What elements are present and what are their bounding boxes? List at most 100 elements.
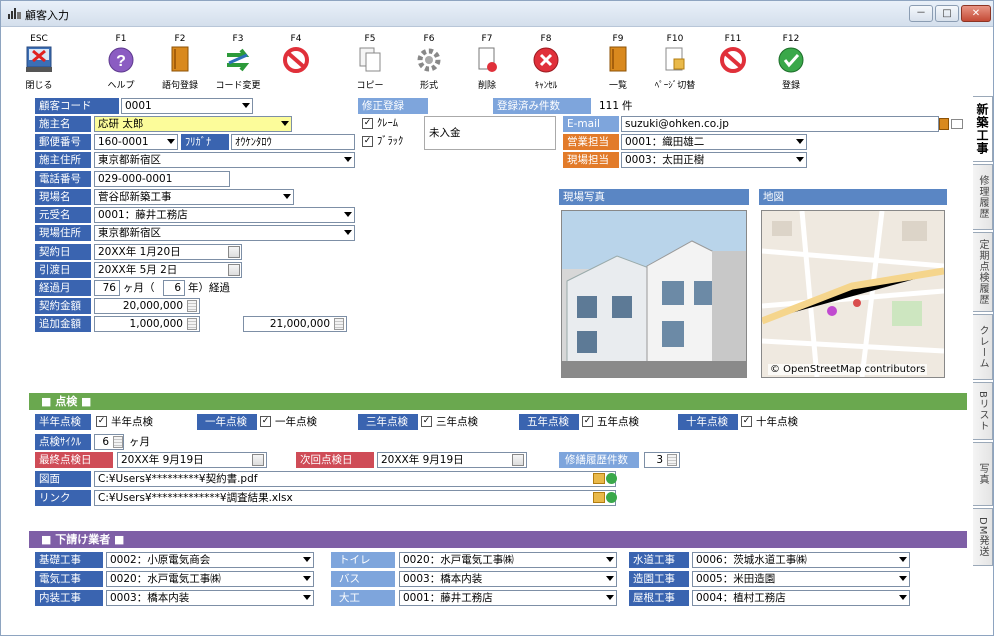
spinner-icon[interactable]	[113, 436, 123, 448]
claim-checkbox[interactable]: ✓	[362, 118, 373, 129]
furigana-field[interactable]: ｵｳｹﾝﾀﾛｳ	[231, 134, 355, 150]
phone-field[interactable]: 029-000-0001	[94, 171, 230, 187]
contract-date-label: 契約日	[35, 244, 91, 260]
f11-button[interactable]: F11	[707, 28, 759, 90]
tab-inspection-history[interactable]: 定期点検履歴	[973, 232, 993, 312]
delete-doc-icon	[478, 47, 497, 72]
copy-icon	[359, 47, 381, 72]
toolbar-label: コード変更	[215, 81, 261, 91]
svg-text:?: ?	[116, 53, 126, 70]
fkey-label: F9	[612, 34, 624, 44]
esc-close-button[interactable]: ESC 閉じる	[13, 28, 65, 91]
site-address-select[interactable]: 東京都新宿区	[94, 225, 355, 241]
bath-select[interactable]: 0003：橋本内装	[399, 571, 617, 587]
mail-icon[interactable]	[951, 119, 963, 129]
f3-code-change-button[interactable]: F3 コード変更	[212, 28, 264, 91]
drawing-path-field[interactable]: C:¥Users¥*********¥契約書.pdf	[94, 471, 616, 487]
contract-amount-field[interactable]: 20,000,000	[94, 298, 200, 314]
toilet-select[interactable]: 0020：水戸電気工事㈱	[399, 552, 617, 568]
minimize-button[interactable]: －	[909, 5, 933, 22]
toolbar-label: ｷｬﾝｾﾙ	[534, 81, 558, 91]
street-map-image	[762, 211, 944, 377]
toolbar-label: ﾍﾟｰｼﾞ切替	[654, 81, 696, 91]
owner-address-select[interactable]: 東京都新宿区	[94, 152, 355, 168]
folder-icon[interactable]	[593, 492, 605, 503]
contractor-select[interactable]: 0001：藤井工務店	[94, 207, 355, 223]
ten-year-checkbox[interactable]: ✓	[741, 416, 752, 427]
maximize-button[interactable]: □	[935, 5, 959, 22]
fkey-label: F2	[174, 34, 186, 44]
tab-claim[interactable]: クレーム	[973, 314, 993, 380]
email-field[interactable]: suzuki@ohken.co.jp	[621, 116, 939, 132]
f8-cancel-button[interactable]: F8 ｷｬﾝｾﾙ	[520, 28, 572, 91]
book-icon[interactable]	[939, 118, 949, 130]
f4-button[interactable]: F4	[270, 28, 322, 90]
toolbar-label: 語句登録	[161, 81, 198, 91]
spinner-icon[interactable]	[667, 454, 677, 466]
site-manager-select[interactable]: 0003：太田正樹	[621, 152, 807, 168]
tab-b-list[interactable]: Bリスト	[973, 382, 993, 440]
tab-photo[interactable]: 写真	[973, 442, 993, 506]
check-icon[interactable]	[606, 473, 617, 484]
calculator-icon[interactable]	[187, 318, 197, 330]
sales-rep-select[interactable]: 0001：織田雄二	[621, 134, 807, 150]
customer-code-value: 0001	[125, 100, 152, 112]
calendar-icon[interactable]	[252, 454, 264, 466]
customer-code-select[interactable]: 0001	[121, 98, 253, 114]
water-select[interactable]: 0006：茨城水道工事㈱	[692, 552, 910, 568]
tab-repair-history[interactable]: 修理履歴	[973, 164, 993, 230]
f12-register-button[interactable]: F12 登録	[765, 28, 817, 91]
chevron-down-icon	[303, 557, 311, 562]
f1-help-button[interactable]: F1? ヘルプ	[95, 28, 147, 91]
landscape-select[interactable]: 0005：米田造園	[692, 571, 910, 587]
chevron-down-icon	[167, 139, 175, 144]
carpenter-select[interactable]: 0001：藤井工務店	[399, 590, 617, 606]
last-inspection-field[interactable]: 20XX年 9月19日	[117, 452, 267, 468]
owner-name-select[interactable]: 応研 太郎	[94, 116, 292, 132]
f9-list-button[interactable]: F9 一覧	[592, 28, 644, 91]
electric-select[interactable]: 0020：水戸電気工事㈱	[106, 571, 314, 587]
tab-new-construction[interactable]: 新築工事	[973, 96, 993, 162]
carpenter-value: 0001：藤井工務店	[403, 592, 493, 604]
one-year-checkbox[interactable]: ✓	[260, 416, 271, 427]
three-year-checkbox[interactable]: ✓	[421, 416, 432, 427]
extra-amount-field[interactable]: 1,000,000	[94, 316, 200, 332]
map-view[interactable]: © OpenStreetMap contributors	[761, 210, 945, 378]
half-year-label: 半年点検	[35, 414, 91, 430]
black-checkbox[interactable]: ✓	[362, 136, 373, 147]
next-inspection-field[interactable]: 20XX年 9月19日	[377, 452, 527, 468]
roof-select[interactable]: 0004：植村工務店	[692, 590, 910, 606]
zip-select[interactable]: 160-0001	[94, 134, 178, 150]
interior-select[interactable]: 0003：橋本内装	[106, 590, 314, 606]
close-window-button[interactable]: ✕	[961, 5, 991, 22]
f7-delete-button[interactable]: F7 削除	[461, 28, 513, 91]
toilet-value: 0020：水戸電気工事㈱	[403, 554, 514, 566]
contractor-label: 元受名	[35, 207, 91, 223]
toolbar-label: 形式	[419, 81, 438, 91]
toolbar-label: 削除	[477, 81, 496, 91]
chevron-down-icon	[283, 194, 291, 199]
foundation-select[interactable]: 0002：小原電気商会	[106, 552, 314, 568]
calendar-icon[interactable]	[512, 454, 524, 466]
f5-copy-button[interactable]: F5 コピー	[344, 28, 396, 91]
modify-register-label[interactable]: 修正登録	[358, 98, 428, 114]
calculator-icon[interactable]	[187, 300, 197, 312]
f6-format-button[interactable]: F6 形式	[403, 28, 455, 91]
five-year-checkbox[interactable]: ✓	[582, 416, 593, 427]
check-icon[interactable]	[606, 492, 617, 503]
contract-date-field[interactable]: 20XX年 1月20日	[94, 244, 242, 260]
elapsed-years-field: 6	[163, 280, 185, 296]
delivery-date-field[interactable]: 20XX年 5月 2日	[94, 262, 242, 278]
calendar-icon[interactable]	[228, 264, 240, 276]
half-year-checkbox[interactable]: ✓	[96, 416, 107, 427]
site-photo[interactable]	[561, 210, 747, 378]
f2-phrase-button[interactable]: F2 語句登録	[154, 28, 206, 91]
calculator-icon[interactable]	[334, 318, 344, 330]
link-path-field[interactable]: C:¥Users¥*************¥調査結果.xlsx	[94, 490, 616, 506]
tab-dm-send[interactable]: DM発送	[973, 508, 993, 566]
f10-page-switch-button[interactable]: F10 ﾍﾟｰｼﾞ切替	[649, 28, 701, 91]
email-label: E-mail	[563, 116, 619, 132]
folder-icon[interactable]	[593, 473, 605, 484]
calendar-icon[interactable]	[228, 246, 240, 258]
site-name-select[interactable]: 菅谷邸新築工事	[94, 189, 294, 205]
